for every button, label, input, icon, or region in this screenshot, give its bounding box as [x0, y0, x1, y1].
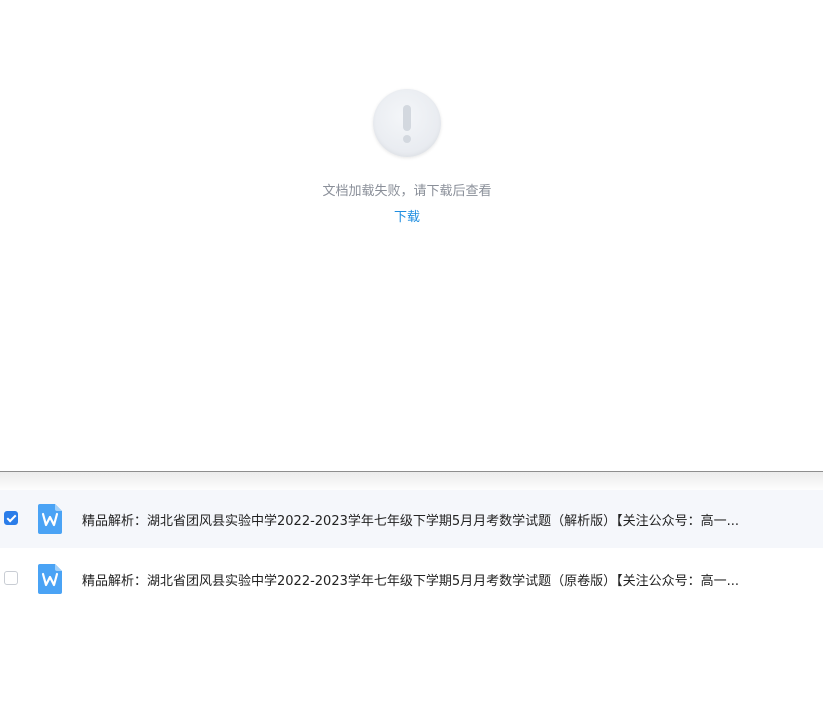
- exclamation-icon: [373, 89, 441, 157]
- file-checkbox[interactable]: [4, 511, 18, 525]
- divider-shadow: [0, 472, 823, 492]
- file-checkbox[interactable]: [4, 571, 18, 585]
- file-name[interactable]: 精品解析：湖北省团风县实验中学2022-2023学年七年级下学期5月月考数学试题…: [82, 510, 794, 529]
- file-row[interactable]: 精品解析：湖北省团风县实验中学2022-2023学年七年级下学期5月月考数学试题…: [0, 550, 823, 608]
- word-doc-icon: [38, 504, 62, 534]
- file-name[interactable]: 精品解析：湖北省团风县实验中学2022-2023学年七年级下学期5月月考数学试题…: [82, 570, 794, 589]
- load-failed-message: 文档加载失败，请下载后查看: [322, 184, 492, 199]
- download-link[interactable]: 下载: [0, 206, 814, 225]
- exclamation-bar: [403, 105, 411, 131]
- document-preview-pane: 文档加载失败，请下载后查看 下载: [0, 0, 823, 471]
- file-list: 精品解析：湖北省团风县实验中学2022-2023学年七年级下学期5月月考数学试题…: [0, 490, 823, 610]
- word-doc-icon: [38, 564, 62, 594]
- exclamation-dot: [403, 135, 411, 143]
- file-row[interactable]: 精品解析：湖北省团风县实验中学2022-2023学年七年级下学期5月月考数学试题…: [0, 490, 823, 548]
